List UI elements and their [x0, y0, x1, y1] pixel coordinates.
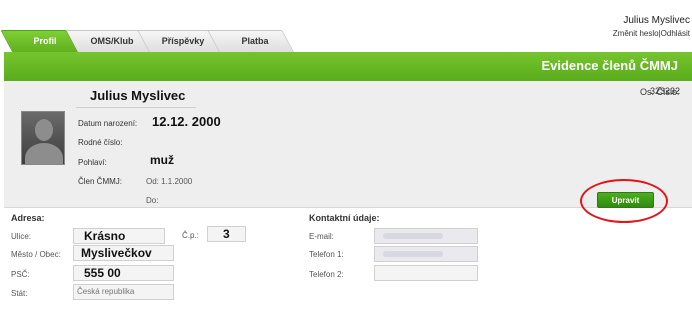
highlight-circle — [580, 179, 668, 223]
logout-link[interactable]: Odhlásit — [661, 29, 690, 38]
city-field[interactable]: Myslivečkov — [73, 245, 174, 261]
sex-label: Pohlaví: — [78, 158, 107, 167]
tab-label: OMS/Klub — [90, 36, 134, 46]
tab-label: Profil — [33, 36, 57, 46]
page-title: Evidence členů ČMMJ — [541, 58, 678, 73]
house-number-label: Č.p.: — [182, 231, 199, 240]
street-label: Ulice: — [11, 232, 32, 241]
tab-label: Příspěvky — [161, 36, 205, 46]
profile-panel: Julius Myslivec Datum narození: 12.12. 2… — [4, 81, 692, 223]
avatar-head — [35, 119, 53, 141]
phone2-label: Telefon 2: — [309, 270, 344, 279]
avatar-shoulders — [25, 143, 63, 164]
country-label: Stát: — [11, 289, 28, 298]
city-label: Město / Obec: — [11, 250, 61, 259]
tab-bar: Profil OMS/Klub Příspěvky Platba — [0, 30, 294, 52]
tab-platba[interactable]: Platba — [204, 30, 294, 52]
avatar — [21, 111, 65, 165]
email-field[interactable] — [374, 228, 478, 244]
tab-profil[interactable]: Profil — [0, 30, 79, 52]
zip-field[interactable]: 555 00 — [73, 265, 174, 281]
email-label: E-mail: — [309, 232, 334, 241]
birth-date-value: 12.12. 2000 — [152, 114, 221, 129]
member-from: Od: 1.1.2000 — [146, 177, 193, 186]
tab-label: Platba — [241, 36, 269, 46]
address-title: Adresa: — [11, 213, 45, 223]
phone1-label: Telefon 1: — [309, 250, 344, 259]
change-password-link[interactable]: Změnit heslo — [613, 29, 659, 38]
country-field[interactable]: Česká republika — [73, 284, 174, 300]
sex-value: muž — [150, 153, 174, 167]
profile-name: Julius Myslivec — [90, 88, 186, 103]
user-box: Julius Myslivec Změnit heslo|Odhlásit — [613, 14, 690, 40]
house-number-field[interactable]: 3 — [207, 226, 246, 242]
name-divider — [76, 107, 196, 108]
user-name: Julius Myslivec — [623, 15, 690, 26]
user-links: Změnit heslo|Odhlásit — [613, 27, 690, 40]
header-bar: Evidence členů ČMMJ — [4, 52, 692, 81]
tab-oms-klub[interactable]: OMS/Klub — [62, 30, 150, 52]
os-number-value: 323232 — [650, 86, 681, 96]
phone2-field[interactable] — [374, 265, 478, 281]
birth-date-label: Datum narození: — [78, 119, 138, 128]
zip-label: PSČ: — [11, 270, 30, 279]
contacts-title: Kontaktní údaje: — [309, 213, 380, 223]
street-field[interactable]: Krásno — [73, 228, 165, 244]
birth-number-label: Rodné číslo: — [78, 138, 123, 147]
phone1-field[interactable] — [374, 246, 478, 262]
member-to: Do: — [146, 196, 159, 205]
tab-prispevky[interactable]: Příspěvky — [134, 30, 220, 52]
member-label: Člen ČMMJ: — [78, 177, 123, 186]
